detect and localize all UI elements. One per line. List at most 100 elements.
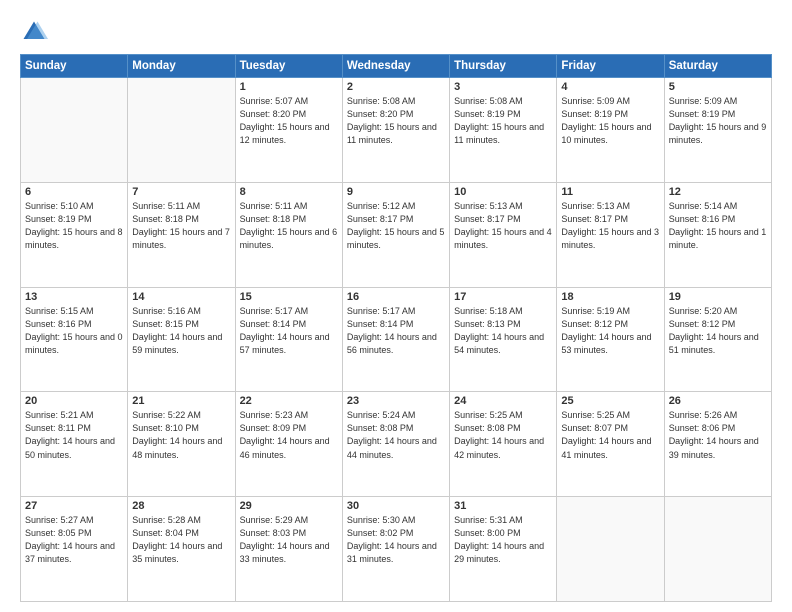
day-info: Sunrise: 5:25 AM Sunset: 8:08 PM Dayligh… xyxy=(454,409,552,461)
day-number: 15 xyxy=(240,291,338,303)
day-info: Sunrise: 5:17 AM Sunset: 8:14 PM Dayligh… xyxy=(240,305,338,357)
weekday-header-row: SundayMondayTuesdayWednesdayThursdayFrid… xyxy=(21,55,772,78)
day-info: Sunrise: 5:11 AM Sunset: 8:18 PM Dayligh… xyxy=(240,200,338,252)
day-number: 1 xyxy=(240,81,338,93)
week-row-3: 13 Sunrise: 5:15 AM Sunset: 8:16 PM Dayli… xyxy=(21,287,772,392)
day-cell: 26Sunrise: 5:26 AM Sunset: 8:06 PM Dayli… xyxy=(664,392,771,497)
day-info: Sunrise: 5:19 AM Sunset: 8:12 PM Dayligh… xyxy=(561,305,659,357)
day-info: Sunrise: 5:22 AM Sunset: 8:10 PM Dayligh… xyxy=(132,409,230,461)
day-number: 11 xyxy=(561,186,659,198)
day-number: 23 xyxy=(347,395,445,407)
day-cell xyxy=(21,78,128,183)
day-info: Sunrise: 5:16 AM Sunset: 8:15 PM Dayligh… xyxy=(132,305,230,357)
day-cell: 15 Sunrise: 5:17 AM Sunset: 8:14 PM Dayli… xyxy=(235,287,342,392)
day-cell: 24 Sunrise: 5:25 AM Sunset: 8:08 PM Dayli… xyxy=(450,392,557,497)
day-info: Sunrise: 5:29 AM Sunset: 8:03 PM Dayligh… xyxy=(240,514,338,566)
week-row-1: 1 Sunrise: 5:07 AM Sunset: 8:20 PM Daylig… xyxy=(21,78,772,183)
day-info: Sunrise: 5:27 AM Sunset: 8:05 PM Dayligh… xyxy=(25,514,123,566)
day-cell: 18 Sunrise: 5:19 AM Sunset: 8:12 PM Dayli… xyxy=(557,287,664,392)
day-info: Sunrise: 5:09 AM Sunset: 8:19 PM Dayligh… xyxy=(669,95,767,147)
day-cell: 9Sunrise: 5:12 AM Sunset: 8:17 PM Daylig… xyxy=(342,182,449,287)
day-number: 18 xyxy=(561,291,659,303)
day-info: Sunrise: 5:12 AM Sunset: 8:17 PM Dayligh… xyxy=(347,200,445,252)
day-number: 8 xyxy=(240,186,338,198)
day-cell xyxy=(664,497,771,602)
calendar-table: SundayMondayTuesdayWednesdayThursdayFrid… xyxy=(20,54,772,602)
day-cell: 8 Sunrise: 5:11 AM Sunset: 8:18 PM Daylig… xyxy=(235,182,342,287)
day-cell: 2 Sunrise: 5:08 AM Sunset: 8:20 PM Daylig… xyxy=(342,78,449,183)
day-cell: 10 Sunrise: 5:13 AM Sunset: 8:17 PM Dayli… xyxy=(450,182,557,287)
day-cell: 6 Sunrise: 5:10 AM Sunset: 8:19 PM Daylig… xyxy=(21,182,128,287)
day-cell: 27 Sunrise: 5:27 AM Sunset: 8:05 PM Dayli… xyxy=(21,497,128,602)
day-number: 19 xyxy=(669,291,767,303)
day-number: 22 xyxy=(240,395,338,407)
day-number: 29 xyxy=(240,500,338,512)
weekday-friday: Friday xyxy=(557,55,664,78)
day-cell: 30 Sunrise: 5:30 AM Sunset: 8:02 PM Dayli… xyxy=(342,497,449,602)
day-cell: 4 Sunrise: 5:09 AM Sunset: 8:19 PM Daylig… xyxy=(557,78,664,183)
logo xyxy=(20,18,52,46)
day-cell xyxy=(128,78,235,183)
day-number: 12 xyxy=(669,186,767,198)
weekday-monday: Monday xyxy=(128,55,235,78)
day-info: Sunrise: 5:18 AM Sunset: 8:13 PM Dayligh… xyxy=(454,305,552,357)
day-number: 10 xyxy=(454,186,552,198)
day-number: 4 xyxy=(561,81,659,93)
day-number: 20 xyxy=(25,395,123,407)
day-cell: 31 Sunrise: 5:31 AM Sunset: 8:00 PM Dayli… xyxy=(450,497,557,602)
day-info: Sunrise: 5:13 AM Sunset: 8:17 PM Dayligh… xyxy=(561,200,659,252)
day-info: Sunrise: 5:13 AM Sunset: 8:17 PM Dayligh… xyxy=(454,200,552,252)
day-info: Sunrise: 5:31 AM Sunset: 8:00 PM Dayligh… xyxy=(454,514,552,566)
day-info: Sunrise: 5:08 AM Sunset: 8:19 PM Dayligh… xyxy=(454,95,552,147)
day-info: Sunrise: 5:07 AM Sunset: 8:20 PM Dayligh… xyxy=(240,95,338,147)
day-number: 13 xyxy=(25,291,123,303)
day-cell: 12 Sunrise: 5:14 AM Sunset: 8:16 PM Dayli… xyxy=(664,182,771,287)
day-number: 6 xyxy=(25,186,123,198)
day-info: Sunrise: 5:09 AM Sunset: 8:19 PM Dayligh… xyxy=(561,95,659,147)
day-info: Sunrise: 5:25 AM Sunset: 8:07 PM Dayligh… xyxy=(561,409,659,461)
day-info: Sunrise: 5:11 AM Sunset: 8:18 PM Dayligh… xyxy=(132,200,230,252)
week-row-4: 20Sunrise: 5:21 AM Sunset: 8:11 PM Dayli… xyxy=(21,392,772,497)
week-row-5: 27 Sunrise: 5:27 AM Sunset: 8:05 PM Dayli… xyxy=(21,497,772,602)
day-cell: 3 Sunrise: 5:08 AM Sunset: 8:19 PM Daylig… xyxy=(450,78,557,183)
weekday-sunday: Sunday xyxy=(21,55,128,78)
logo-icon xyxy=(20,18,48,46)
day-number: 2 xyxy=(347,81,445,93)
day-number: 24 xyxy=(454,395,552,407)
day-info: Sunrise: 5:08 AM Sunset: 8:20 PM Dayligh… xyxy=(347,95,445,147)
weekday-tuesday: Tuesday xyxy=(235,55,342,78)
page: SundayMondayTuesdayWednesdayThursdayFrid… xyxy=(0,0,792,612)
day-cell: 7 Sunrise: 5:11 AM Sunset: 8:18 PM Daylig… xyxy=(128,182,235,287)
day-info: Sunrise: 5:28 AM Sunset: 8:04 PM Dayligh… xyxy=(132,514,230,566)
day-cell: 25Sunrise: 5:25 AM Sunset: 8:07 PM Dayli… xyxy=(557,392,664,497)
day-cell: 29 Sunrise: 5:29 AM Sunset: 8:03 PM Dayli… xyxy=(235,497,342,602)
weekday-wednesday: Wednesday xyxy=(342,55,449,78)
day-info: Sunrise: 5:17 AM Sunset: 8:14 PM Dayligh… xyxy=(347,305,445,357)
day-info: Sunrise: 5:10 AM Sunset: 8:19 PM Dayligh… xyxy=(25,200,123,252)
day-info: Sunrise: 5:15 AM Sunset: 8:16 PM Dayligh… xyxy=(25,305,123,357)
day-info: Sunrise: 5:14 AM Sunset: 8:16 PM Dayligh… xyxy=(669,200,767,252)
week-row-2: 6 Sunrise: 5:10 AM Sunset: 8:19 PM Daylig… xyxy=(21,182,772,287)
day-cell: 21Sunrise: 5:22 AM Sunset: 8:10 PM Dayli… xyxy=(128,392,235,497)
day-cell: 1 Sunrise: 5:07 AM Sunset: 8:20 PM Daylig… xyxy=(235,78,342,183)
header xyxy=(20,18,772,46)
day-number: 31 xyxy=(454,500,552,512)
day-info: Sunrise: 5:23 AM Sunset: 8:09 PM Dayligh… xyxy=(240,409,338,461)
day-number: 28 xyxy=(132,500,230,512)
day-number: 3 xyxy=(454,81,552,93)
weekday-saturday: Saturday xyxy=(664,55,771,78)
day-number: 26 xyxy=(669,395,767,407)
day-number: 30 xyxy=(347,500,445,512)
day-info: Sunrise: 5:30 AM Sunset: 8:02 PM Dayligh… xyxy=(347,514,445,566)
day-number: 27 xyxy=(25,500,123,512)
day-cell: 14 Sunrise: 5:16 AM Sunset: 8:15 PM Dayli… xyxy=(128,287,235,392)
day-cell: 11 Sunrise: 5:13 AM Sunset: 8:17 PM Dayli… xyxy=(557,182,664,287)
day-cell: 5 Sunrise: 5:09 AM Sunset: 8:19 PM Daylig… xyxy=(664,78,771,183)
day-info: Sunrise: 5:20 AM Sunset: 8:12 PM Dayligh… xyxy=(669,305,767,357)
day-cell: 20Sunrise: 5:21 AM Sunset: 8:11 PM Dayli… xyxy=(21,392,128,497)
day-number: 5 xyxy=(669,81,767,93)
day-number: 7 xyxy=(132,186,230,198)
day-number: 17 xyxy=(454,291,552,303)
weekday-thursday: Thursday xyxy=(450,55,557,78)
day-number: 14 xyxy=(132,291,230,303)
